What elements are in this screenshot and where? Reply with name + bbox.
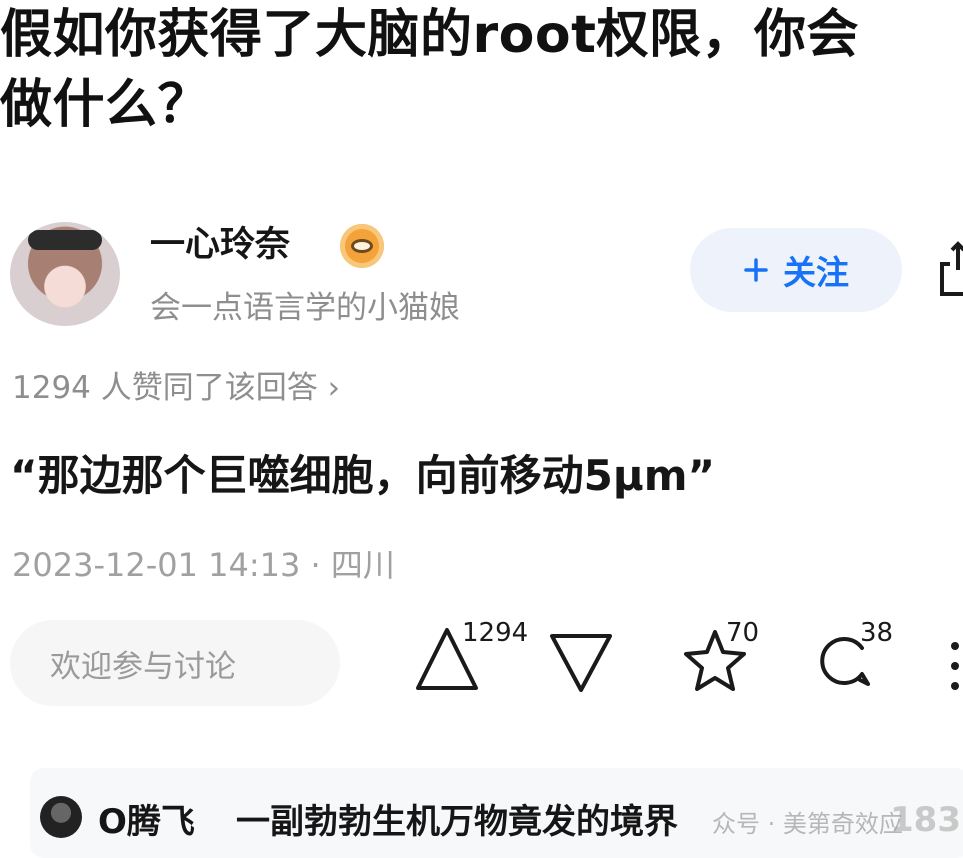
share-icon[interactable]: [930, 238, 963, 298]
comment-count: 38: [860, 618, 894, 648]
vote-summary-link[interactable]: 1294 人赞同了该回答 ›: [12, 362, 340, 407]
comment-snippet: 一副勃勃生机万物竟发的境界: [236, 802, 678, 842]
more-icon[interactable]: [948, 636, 962, 696]
upvote-button[interactable]: 1294: [412, 618, 528, 694]
author-avatar[interactable]: [10, 222, 120, 326]
author-name[interactable]: 一心玲奈: [150, 216, 290, 267]
commenter-name: O腾飞: [98, 802, 195, 842]
follow-label: 关注: [783, 253, 849, 292]
answer-text: “那边那个巨噬细胞，向前移动5μm”: [10, 451, 716, 500]
favorite-button[interactable]: 70: [680, 618, 759, 694]
avatar-bow: [28, 230, 102, 250]
downvote-icon: [550, 634, 612, 692]
downvote-button[interactable]: [546, 618, 616, 694]
comment-button[interactable]: 38: [812, 618, 893, 694]
question-title-line-1: 假如你获得了大脑的root权限，你会: [0, 5, 859, 65]
favorite-count: 70: [726, 618, 760, 648]
question-title-line-2: 做什么？: [0, 75, 211, 135]
follow-button[interactable]: 关注: [690, 228, 902, 312]
question-title: 假如你获得了大脑的root权限，你会 做什么？: [0, 0, 963, 140]
upvote-count: 1294: [462, 618, 529, 648]
answer-meta: 2023-12-01 14:13 · 四川: [12, 546, 395, 584]
plus-icon: [744, 258, 768, 282]
comment-input[interactable]: 欢迎参与讨论: [10, 620, 340, 706]
commenter-avatar: [40, 796, 82, 838]
badge-icon[interactable]: [340, 224, 384, 268]
watermark: 众号 · 美第奇效应: [712, 810, 903, 838]
author-bio: 会一点语言学的小猫娘: [150, 290, 460, 326]
